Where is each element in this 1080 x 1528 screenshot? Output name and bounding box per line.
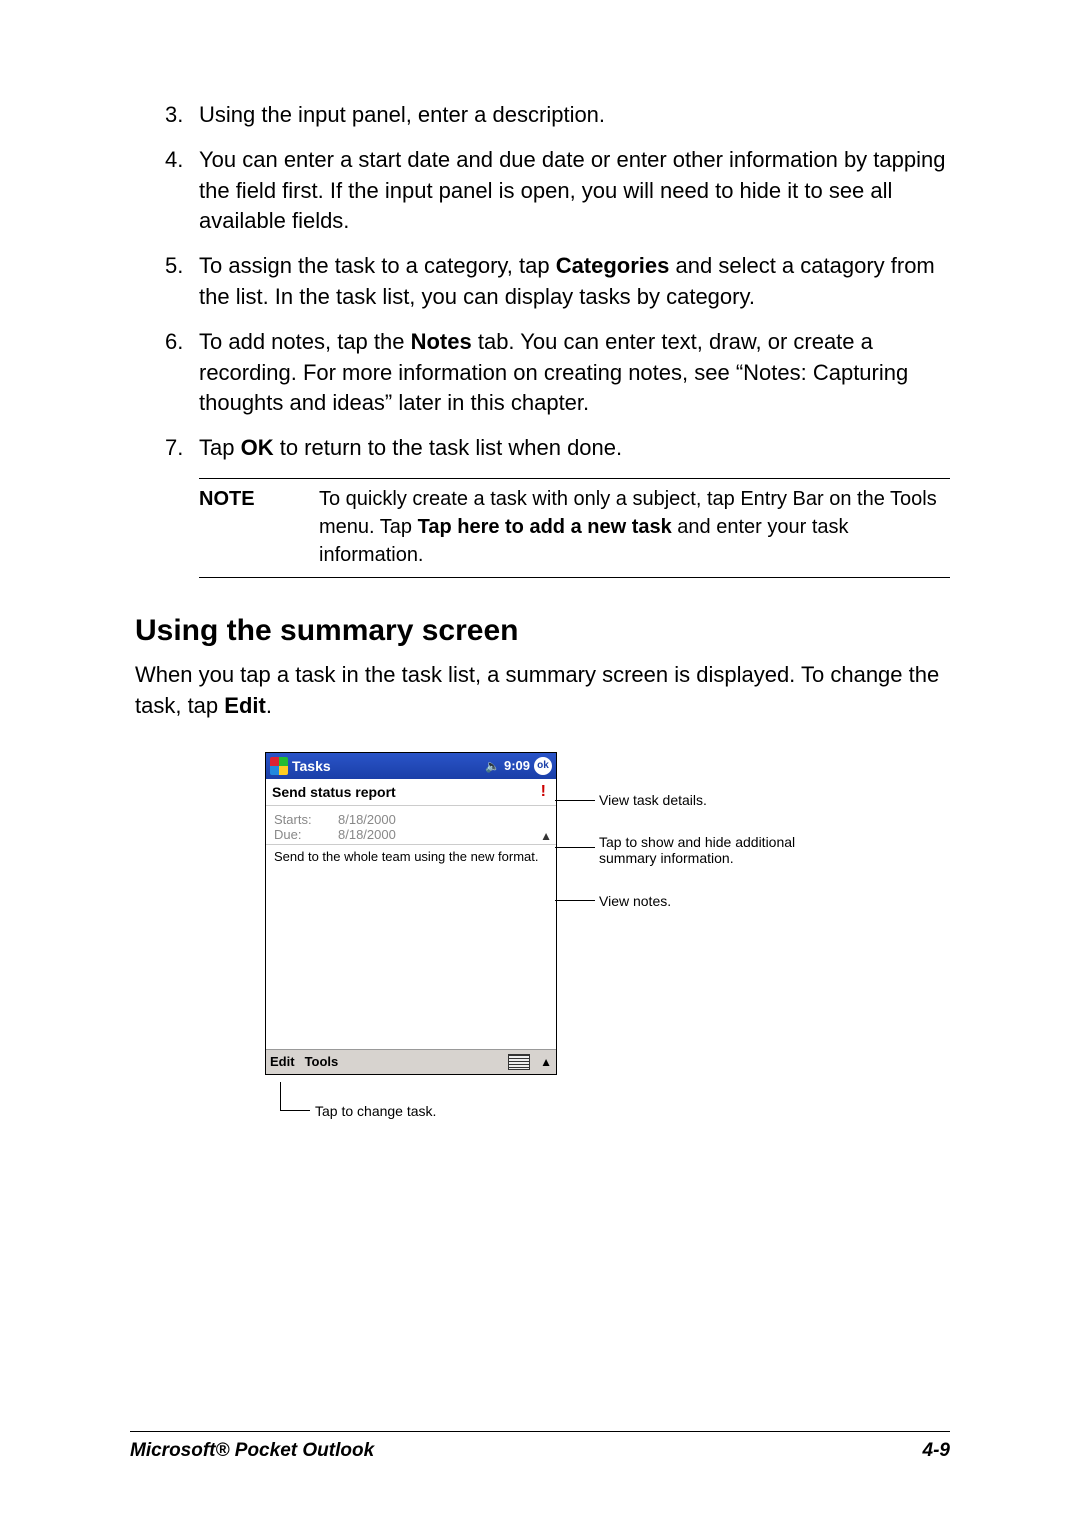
starts-value: 8/18/2000 (338, 812, 396, 827)
step-number: 7. (165, 433, 199, 464)
task-dates: Starts: 8/18/2000 Due: 8/18/2000 (266, 806, 556, 845)
step-number: 6. (165, 327, 199, 419)
step-number: 4. (165, 145, 199, 237)
step-item: 7.Tap OK to return to the task list when… (165, 433, 950, 464)
due-label: Due: (274, 827, 338, 842)
step-text: To assign the task to a category, tap Ca… (199, 251, 950, 313)
step-item: 3.Using the input panel, enter a descrip… (165, 100, 950, 131)
step-number: 3. (165, 100, 199, 131)
title-bar: Tasks 🔈 9:09 ok (266, 753, 556, 779)
app-title: Tasks (292, 758, 481, 774)
step-text: To add notes, tap the Notes tab. You can… (199, 327, 950, 419)
note-box: NOTE To quickly create a task with only … (199, 478, 950, 578)
note-label: NOTE (199, 485, 319, 569)
device-figure: Tasks 🔈 9:09 ok Send status report ! Sta… (265, 752, 865, 1075)
section-heading: Using the summary screen (135, 614, 950, 648)
step-text: You can enter a start date and due date … (199, 145, 950, 237)
callout-toggle: Tap to show and hide additional summary … (599, 834, 819, 866)
callout-viewnotes: View notes. (599, 893, 819, 909)
page-footer: Microsoft® Pocket Outlook 4-9 (130, 1440, 950, 1462)
menu-bar: Edit Tools ▲ (266, 1049, 556, 1074)
footer-title: Microsoft® Pocket Outlook (130, 1440, 374, 1462)
note-text: To quickly create a task with only a sub… (319, 485, 950, 569)
speaker-icon[interactable]: 🔈 (485, 759, 500, 773)
starts-label: Starts: (274, 812, 338, 827)
step-number: 5. (165, 251, 199, 313)
task-subject-row[interactable]: Send status report ! (266, 779, 556, 806)
due-value: 8/18/2000 (338, 827, 396, 842)
step-text: Using the input panel, enter a descripti… (199, 100, 950, 131)
callout-details: View task details. (599, 792, 819, 808)
step-text: Tap OK to return to the task list when d… (199, 433, 950, 464)
expand-toggle-icon[interactable]: ▲ (540, 829, 552, 843)
pocket-pc-screen: Tasks 🔈 9:09 ok Send status report ! Sta… (265, 752, 557, 1075)
clock-time: 9:09 (504, 758, 530, 773)
edit-menu[interactable]: Edit (270, 1054, 295, 1069)
footer-page: 4-9 (923, 1440, 950, 1462)
start-icon[interactable] (270, 757, 288, 775)
step-item: 6.To add notes, tap the Notes tab. You c… (165, 327, 950, 419)
step-item: 5.To assign the task to a category, tap … (165, 251, 950, 313)
task-subject: Send status report (272, 784, 396, 800)
task-notes[interactable]: Send to the whole team using the new for… (266, 845, 556, 1049)
section-body: When you tap a task in the task list, a … (135, 660, 950, 722)
callout-edit: Tap to change task. (315, 1103, 535, 1119)
sip-arrow-icon[interactable]: ▲ (540, 1055, 552, 1069)
tools-menu[interactable]: Tools (305, 1054, 339, 1069)
step-item: 4.You can enter a start date and due dat… (165, 145, 950, 237)
ok-button[interactable]: ok (534, 757, 552, 775)
priority-icon: ! (537, 783, 550, 801)
footer-rule (130, 1431, 950, 1432)
keyboard-icon[interactable] (508, 1054, 530, 1070)
